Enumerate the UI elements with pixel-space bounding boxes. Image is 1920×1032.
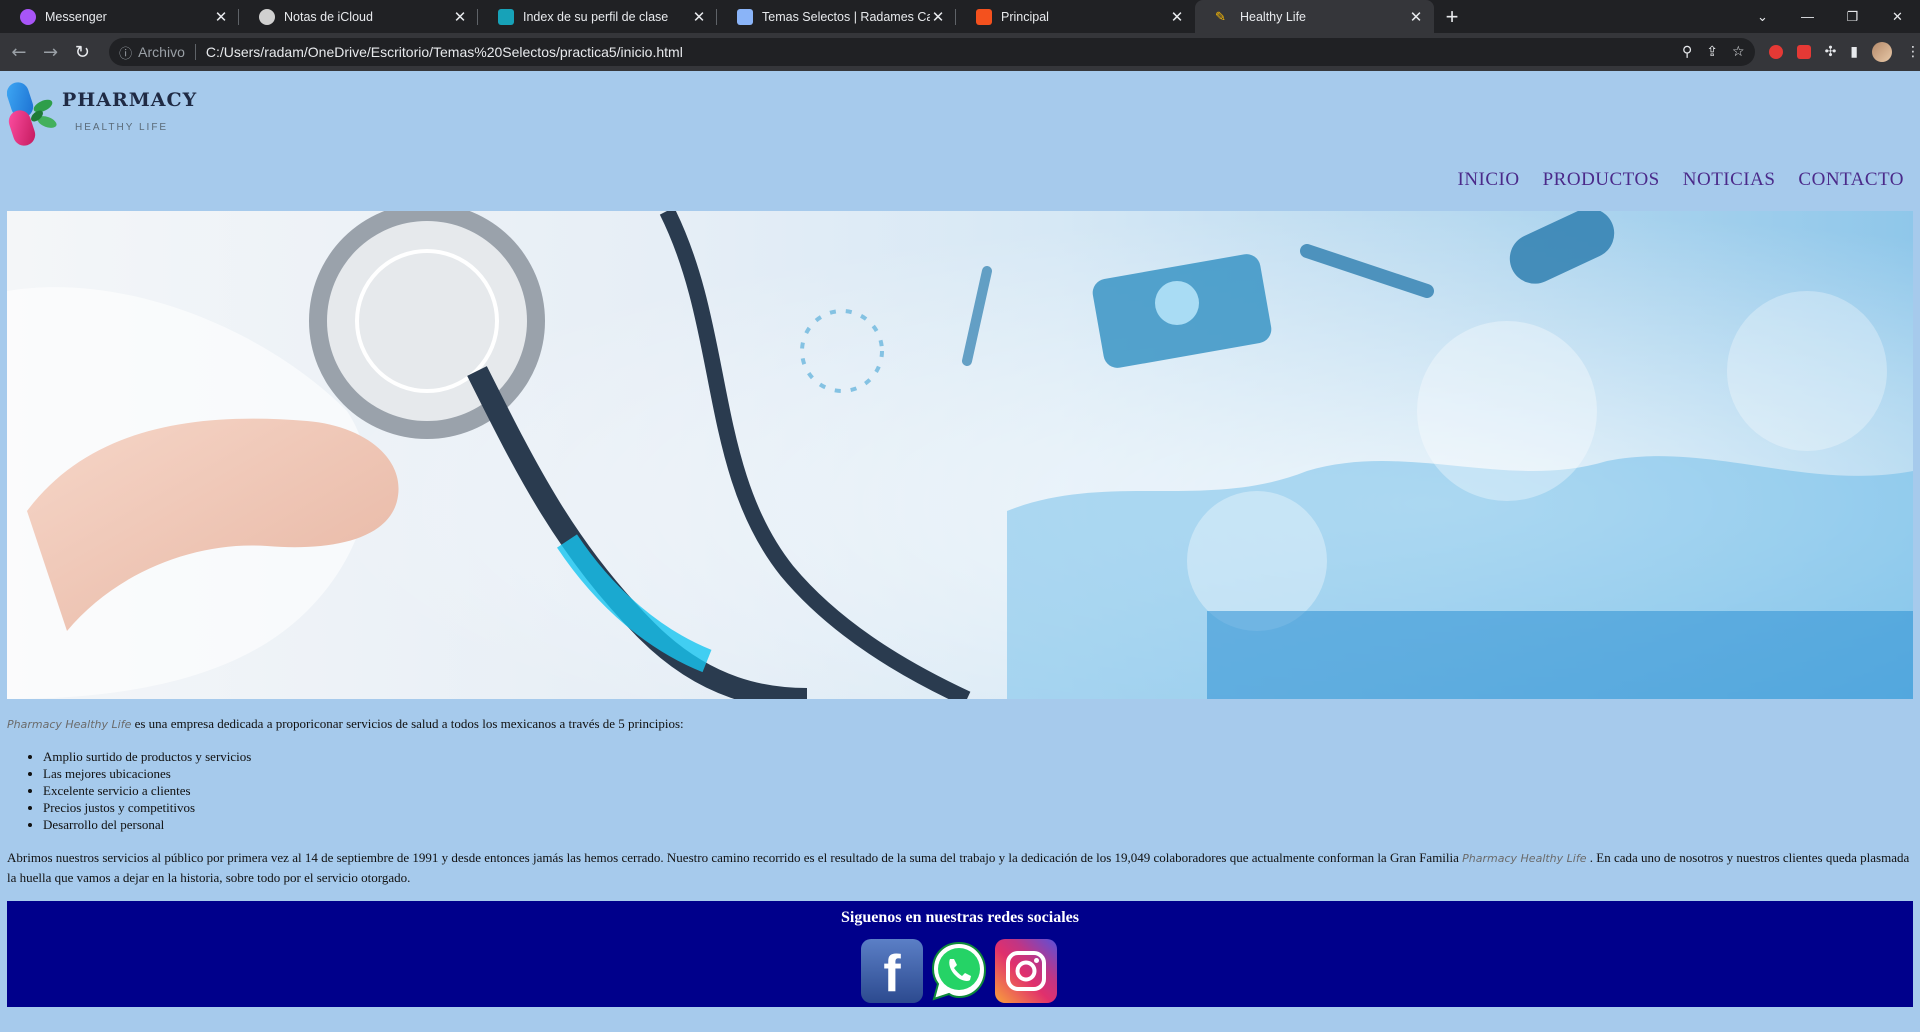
principles-list: Amplio surtido de productos y servicios …: [43, 748, 1913, 833]
history-paragraph: Abrimos nuestros servicios al público po…: [7, 848, 1913, 887]
extension-youtube-icon[interactable]: [1796, 45, 1811, 59]
facebook-icon[interactable]: f: [861, 939, 923, 1003]
close-window-icon[interactable]: ✕: [1875, 9, 1920, 25]
footer-title: Siguenos en nuestras redes sociales: [841, 909, 1079, 926]
brand-name: Pharmacy Healthy Life: [1462, 852, 1587, 865]
zoom-icon[interactable]: ⚲: [1682, 44, 1692, 60]
profile-avatar[interactable]: [1872, 42, 1893, 62]
minimize-icon[interactable]: —: [1785, 9, 1830, 24]
intro-paragraph: Pharmacy Healthy Life es una empresa ded…: [7, 715, 1913, 733]
nav-productos[interactable]: PRODUCTOS: [1543, 169, 1660, 191]
principal-favicon-icon: [976, 8, 992, 25]
tab-title: Index de su perfil de clase: [523, 9, 669, 24]
nav-contacto[interactable]: CONTACTO: [1798, 169, 1904, 191]
brand-name: Pharmacy Healthy Life: [7, 718, 132, 731]
tab-principal[interactable]: Principal ✕: [956, 0, 1195, 33]
nav-inicio[interactable]: INICIO: [1458, 169, 1520, 191]
close-tab-icon[interactable]: ✕: [213, 8, 229, 26]
back-icon[interactable]: ←: [6, 38, 32, 66]
doctor-stethoscope-illustration: [7, 211, 1913, 699]
close-tab-icon[interactable]: ✕: [452, 8, 468, 26]
window-controls: ⌄ — ❐ ✕: [1740, 0, 1920, 33]
whatsapp-icon[interactable]: [928, 939, 990, 1003]
close-tab-icon[interactable]: ✕: [1169, 8, 1185, 26]
close-tab-icon[interactable]: ✕: [691, 8, 707, 26]
list-item: Las mejores ubicaciones: [43, 765, 1913, 782]
web-page: PHARMACY HEALTHY LIFE INICIO PRODUCTOS N…: [0, 71, 1920, 1032]
hero-image: [7, 211, 1913, 699]
tab-title: Notas de iCloud: [284, 9, 373, 24]
info-icon[interactable]: ⓘ: [119, 43, 132, 62]
tab-notas-icloud[interactable]: Notas de iCloud ✕: [239, 0, 478, 33]
tab-temas-selectos[interactable]: Temas Selectos | Radames Castro ✕: [717, 0, 956, 33]
list-item: Desarrollo del personal: [43, 816, 1913, 833]
close-tab-icon[interactable]: ✕: [1408, 8, 1424, 26]
intro-text: es una empresa dedicada a proporiconar s…: [131, 716, 684, 731]
extension-red-icon[interactable]: [1768, 45, 1783, 59]
forward-icon[interactable]: →: [38, 38, 64, 66]
instagram-icon[interactable]: [995, 939, 1057, 1003]
tab-index-perfil[interactable]: Index de su perfil de clase ✕: [478, 0, 717, 33]
tab-messenger[interactable]: Messenger ✕: [0, 0, 239, 33]
new-tab-button[interactable]: +: [1434, 0, 1470, 33]
main-content: Pharmacy Healthy Life es una empresa ded…: [7, 715, 1913, 887]
footer: Siguenos en nuestras redes sociales f: [7, 901, 1913, 1007]
extensions-puzzle-icon[interactable]: ✣: [1825, 44, 1837, 60]
browser-tab-bar: Messenger ✕ Notas de iCloud ✕ Index de s…: [0, 0, 1920, 33]
pharmacy-logo[interactable]: PHARMACY HEALTHY LIFE: [6, 78, 207, 150]
logo-title: PHARMACY: [62, 89, 198, 111]
classroom-favicon-icon: [498, 8, 514, 25]
social-links: f: [861, 939, 1057, 1003]
tab-title: Principal: [1001, 9, 1049, 24]
history-text-1: Abrimos nuestros servicios al público po…: [7, 850, 1463, 865]
security-label: Archivo: [138, 44, 185, 60]
url-text[interactable]: C:/Users/radam/OneDrive/Escritorio/Temas…: [206, 44, 1682, 60]
menu-kebab-icon[interactable]: ⋮: [1906, 44, 1920, 60]
share-icon[interactable]: ⇪: [1706, 44, 1718, 60]
list-item: Amplio surtido de productos y servicios: [43, 748, 1913, 765]
close-tab-icon[interactable]: ✕: [930, 8, 946, 26]
list-item: Precios justos y competitivos: [43, 799, 1913, 816]
tab-healthy-life[interactable]: ✎ Healthy Life ✕: [1195, 0, 1434, 33]
restore-icon[interactable]: ❐: [1830, 9, 1875, 25]
tab-title: Messenger: [45, 9, 107, 24]
messenger-favicon-icon: [20, 8, 36, 25]
tab-title: Healthy Life: [1240, 9, 1307, 24]
svg-text:f: f: [883, 945, 901, 997]
side-panel-icon[interactable]: ▮: [1850, 44, 1858, 60]
tab-title: Temas Selectos | Radames Castro: [762, 9, 930, 24]
nav-noticias[interactable]: NOTICIAS: [1683, 169, 1776, 191]
main-nav: INICIO PRODUCTOS NOTICIAS CONTACTO: [1458, 169, 1905, 191]
list-item: Excelente servicio a clientes: [43, 782, 1913, 799]
document-favicon-icon: [737, 8, 753, 25]
pencil-favicon-icon: ✎: [1215, 8, 1226, 24]
bookmark-star-icon[interactable]: ☆: [1732, 44, 1745, 60]
address-bar[interactable]: ⓘ Archivo C:/Users/radam/OneDrive/Escrit…: [109, 38, 1755, 66]
browser-toolbar: ← → ↻ ⓘ Archivo C:/Users/radam/OneDrive/…: [0, 33, 1920, 71]
logo-subtitle: HEALTHY LIFE: [75, 122, 169, 133]
apple-favicon-icon: [259, 8, 275, 25]
tab-search-icon[interactable]: ⌄: [1740, 9, 1785, 25]
capsule-leaf-logo-icon: [6, 82, 57, 146]
reload-icon[interactable]: ↻: [69, 38, 95, 66]
